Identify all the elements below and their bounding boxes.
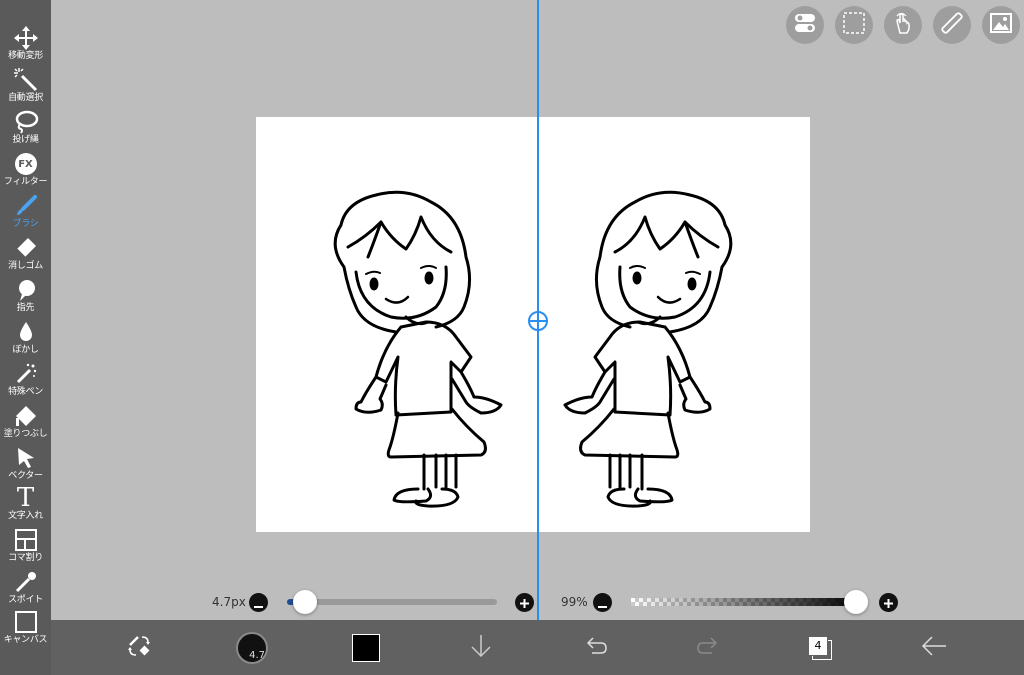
tool-brush[interactable]: ブラシ	[0, 192, 51, 232]
arrow-left-icon	[921, 635, 947, 660]
tool-eyedropper[interactable]: スポイト	[0, 568, 51, 608]
lasso-icon	[13, 109, 39, 135]
current-color-swatch	[352, 633, 380, 662]
minus-icon	[598, 593, 607, 612]
toggle-icon	[794, 13, 816, 37]
tool-blur[interactable]: ぼかし	[0, 318, 51, 358]
tool-label: 指先	[16, 303, 35, 313]
brush-preview-size: 4.7	[249, 649, 265, 661]
redo-icon	[696, 636, 720, 660]
brush-size-slider[interactable]	[287, 599, 497, 605]
tool-panel[interactable]: コマ割り	[0, 526, 51, 566]
brush-size-decrease[interactable]	[249, 593, 268, 612]
tool-canvas[interactable]: キャンバス	[0, 608, 51, 648]
swap-brush-eraser-icon	[126, 633, 152, 663]
text-icon: T	[16, 483, 35, 513]
tool-text[interactable]: T 文字入れ	[0, 484, 51, 524]
layers-icon: 4	[808, 635, 832, 660]
tool-label: 自動選択	[8, 93, 43, 103]
tool-label: ブラシ	[12, 219, 39, 229]
opacity-label: 99%	[561, 595, 588, 609]
magic-wand-icon	[13, 67, 39, 93]
vector-arrow-icon	[13, 445, 39, 471]
tool-label: 文字入れ	[8, 511, 43, 521]
symmetry-handle[interactable]	[527, 310, 549, 332]
tool-label: コマ割り	[8, 553, 43, 563]
panel-icon	[13, 527, 39, 553]
eraser-icon	[13, 235, 39, 261]
minus-icon	[254, 593, 263, 612]
eyedropper-icon	[13, 569, 39, 595]
image-button[interactable]	[982, 6, 1020, 44]
back-button[interactable]	[919, 620, 949, 675]
undo-button[interactable]	[581, 620, 611, 675]
canvas-icon	[13, 609, 39, 635]
brush-icon	[13, 193, 39, 219]
tool-label: 消しゴム	[8, 261, 43, 271]
color-button[interactable]	[351, 620, 381, 675]
tool-label: 移動変形	[8, 51, 43, 61]
ruler-icon	[941, 12, 963, 38]
brush-size-increase[interactable]	[515, 593, 534, 612]
tool-eraser[interactable]: 消しゴム	[0, 234, 51, 274]
tool-label: キャンバス	[3, 635, 48, 645]
gesture-button[interactable]	[884, 6, 922, 44]
tool-label: 投げ縄	[12, 135, 39, 145]
plus-icon	[884, 593, 893, 612]
download-button[interactable]	[467, 620, 495, 675]
arrow-down-icon	[470, 634, 492, 662]
brush-eraser-swap-button[interactable]	[123, 620, 155, 675]
tool-label: ベクター	[8, 471, 43, 481]
image-icon	[990, 13, 1012, 37]
layers-button[interactable]: 4	[805, 620, 835, 675]
hand-gesture-icon	[892, 11, 914, 39]
bottom-toolbar: 4.7 4	[51, 620, 1024, 675]
tool-label: 特殊ペン	[8, 387, 43, 397]
girl-drawing-mirror	[563, 190, 733, 508]
undo-icon	[584, 636, 608, 660]
selection-icon	[843, 12, 865, 38]
tool-move[interactable]: 移動変形	[0, 24, 51, 64]
brush-preview-button[interactable]: 4.7	[235, 620, 269, 675]
tool-label: フィルター	[3, 177, 48, 187]
fx-icon: FX	[13, 151, 39, 177]
brush-size-thumb[interactable]	[293, 590, 317, 614]
symmetry-ruler-line[interactable]	[537, 0, 539, 675]
tool-auto-select[interactable]: 自動選択	[0, 66, 51, 106]
tool-finger[interactable]: 指先	[0, 276, 51, 316]
blur-drop-icon	[13, 319, 39, 345]
brush-size-label: 4.7px	[212, 595, 246, 609]
tool-sidebar: 移動変形 自動選択 投げ縄 FX フィルター ブラシ 消しゴム 指先 ぼかし 特…	[0, 0, 51, 675]
tool-vector[interactable]: ベクター	[0, 444, 51, 484]
tool-label: スポイト	[8, 595, 43, 605]
layer-count: 4	[808, 635, 828, 656]
plus-icon	[520, 593, 529, 612]
opacity-thumb[interactable]	[844, 590, 868, 614]
bucket-icon	[13, 403, 39, 429]
girl-drawing	[333, 190, 503, 508]
redo-button[interactable]	[693, 620, 723, 675]
tool-fill[interactable]: 塗りつぶし	[0, 402, 51, 442]
finger-icon	[13, 277, 39, 303]
opacity-slider[interactable]	[631, 598, 861, 606]
move-icon	[13, 25, 39, 51]
brush-preview: 4.7	[236, 631, 268, 664]
tool-label: ぼかし	[12, 345, 39, 355]
toggle-button[interactable]	[786, 6, 824, 44]
tool-special-pen[interactable]: 特殊ペン	[0, 360, 51, 400]
tool-lasso[interactable]: 投げ縄	[0, 108, 51, 148]
ruler-button[interactable]	[933, 6, 971, 44]
tool-filter[interactable]: FX フィルター	[0, 150, 51, 190]
opacity-decrease[interactable]	[593, 593, 612, 612]
selection-button[interactable]	[835, 6, 873, 44]
opacity-increase[interactable]	[879, 593, 898, 612]
special-pen-icon	[13, 361, 39, 387]
tool-label: 塗りつぶし	[3, 429, 48, 439]
